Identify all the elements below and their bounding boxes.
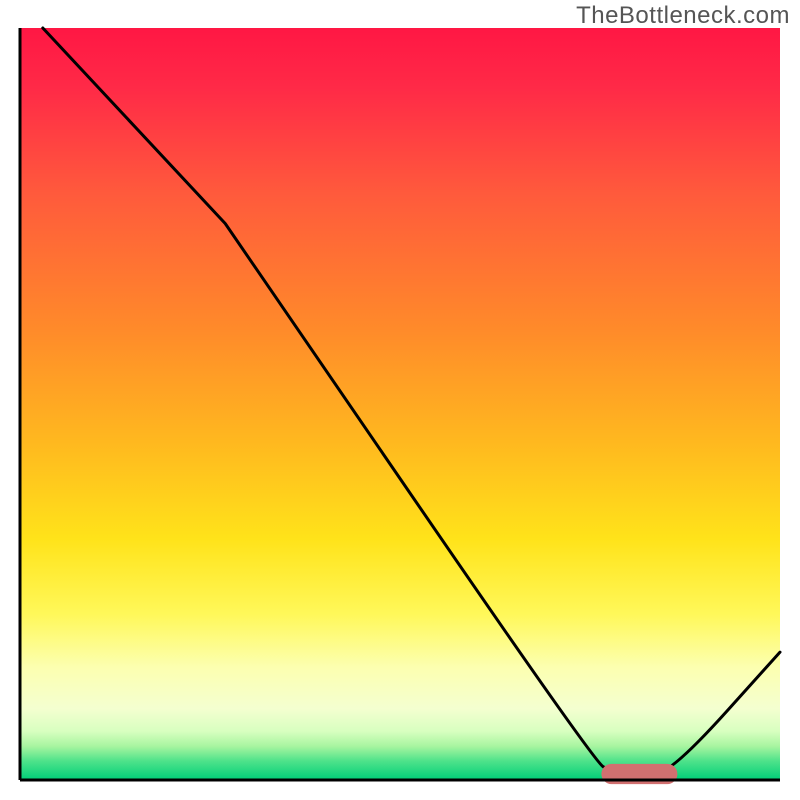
bottleneck-chart <box>0 0 800 800</box>
chart-container: TheBottleneck.com <box>0 0 800 800</box>
gradient-plot-area <box>20 28 780 780</box>
watermark-text: TheBottleneck.com <box>576 2 790 30</box>
